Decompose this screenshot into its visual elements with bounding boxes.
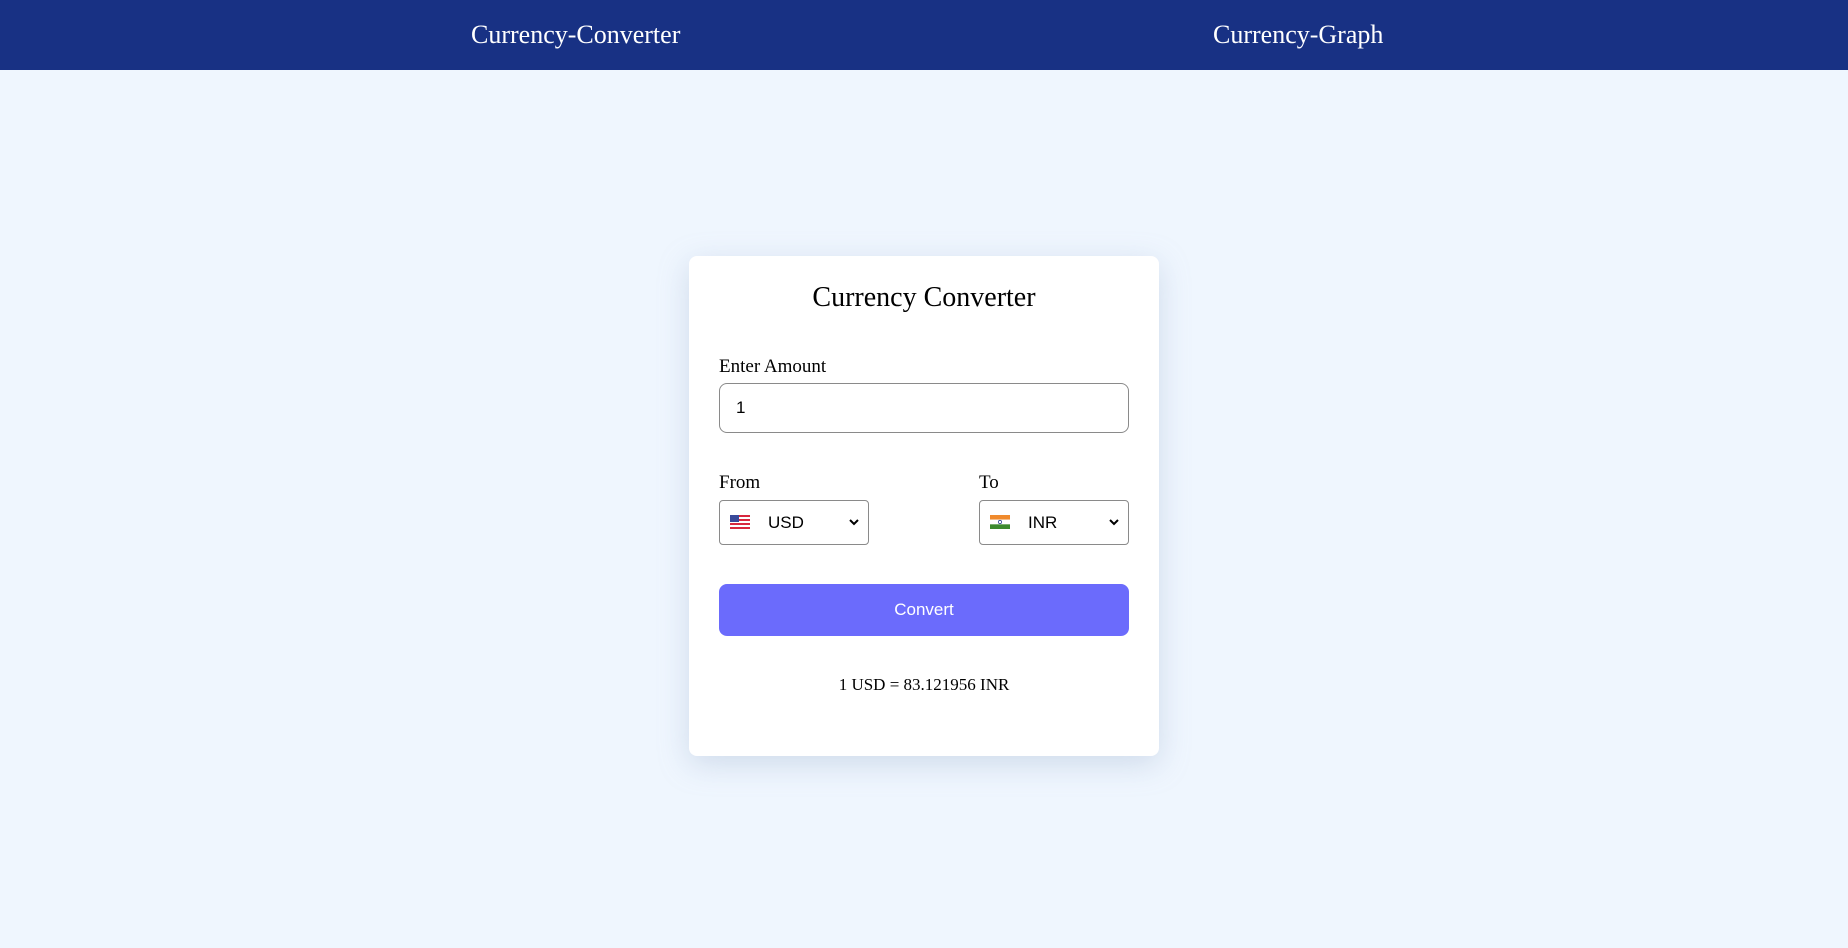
chevron-down-icon [1109, 519, 1119, 526]
converter-card: Currency Converter Enter Amount From USD… [689, 256, 1159, 756]
nav-link-currency-graph[interactable]: Currency-Graph [1213, 0, 1383, 70]
to-label: To [979, 472, 999, 493]
from-currency-value: USD [768, 513, 804, 532]
us-flag-icon [730, 515, 750, 529]
convert-button[interactable]: Convert [719, 584, 1129, 636]
page-title: Currency Converter [812, 282, 1036, 313]
amount-input[interactable] [719, 383, 1129, 433]
india-flag-icon [990, 515, 1010, 529]
from-currency-select[interactable]: USD [719, 500, 869, 545]
navbar: Currency-Converter Currency-Graph [0, 0, 1848, 70]
from-label: From [719, 472, 761, 493]
nav-link-currency-converter[interactable]: Currency-Converter [471, 0, 680, 70]
conversion-result: 1 USD = 83.121956 INR [838, 675, 1010, 694]
chevron-down-icon [849, 519, 859, 526]
amount-label: Enter Amount [719, 356, 827, 377]
to-currency-value: INR [1028, 513, 1058, 532]
to-currency-select[interactable]: INR [979, 500, 1129, 545]
